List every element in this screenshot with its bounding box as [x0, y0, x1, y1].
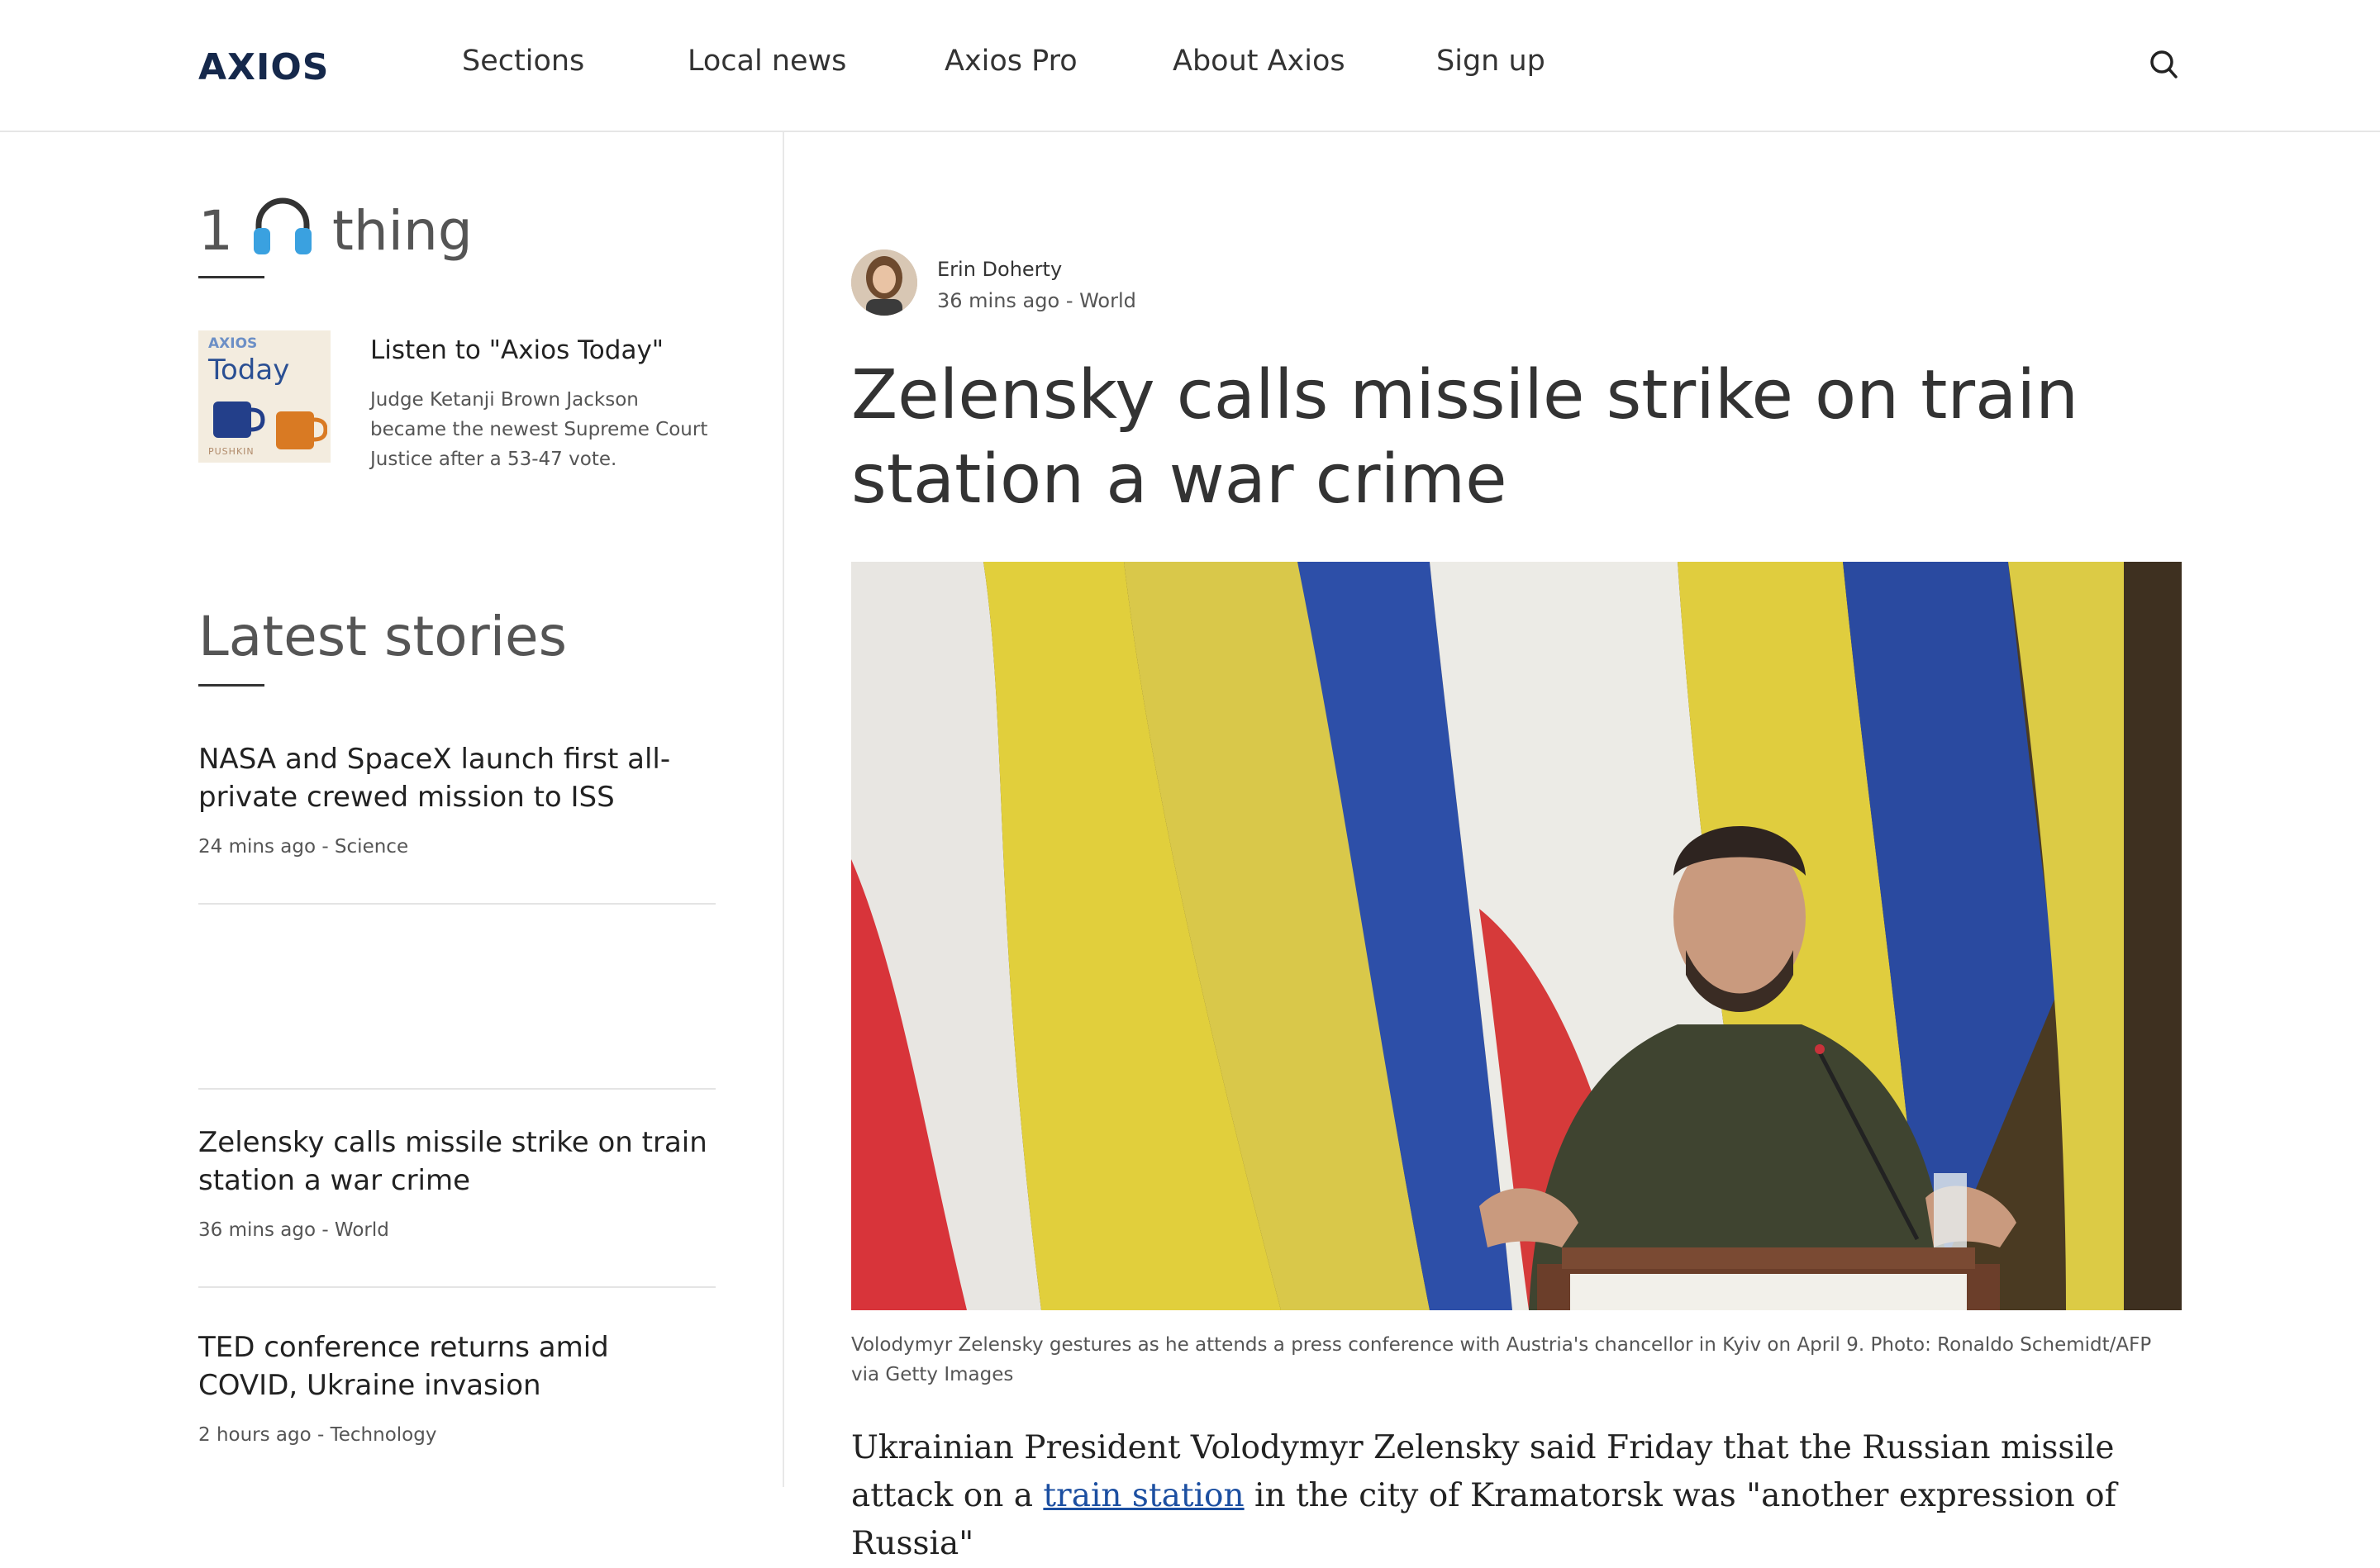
article-headline: Zelensky calls missile strike on train s… [851, 356, 2079, 519]
column-divider [783, 132, 784, 1487]
story-title-link[interactable]: Zelensky calls missile strike on train s… [198, 1124, 711, 1200]
story-divider [198, 903, 716, 905]
train-station-link[interactable]: train station [1043, 1477, 1244, 1514]
podcast-description: Judge Ketanji Brown Jackson became the n… [370, 389, 708, 470]
story-meta: 2 hours ago - Technology [198, 1424, 437, 1446]
story-divider [198, 1088, 716, 1090]
headphones-icon [253, 197, 312, 254]
heading-underline [198, 276, 264, 278]
search-icon[interactable] [2149, 48, 2178, 81]
heading-underline [198, 684, 264, 687]
author-photo [851, 249, 917, 316]
thumb-footer: PUSHKIN [208, 446, 255, 457]
thumb-brand: AXIOS [208, 335, 258, 352]
story-divider [198, 1286, 716, 1288]
site-header: AXIOS Sections Local news Axios Pro Abou… [0, 0, 2380, 132]
article-meta: 36 mins ago - World [937, 289, 1136, 312]
mugs-illustration [213, 402, 327, 449]
nav-sign-up[interactable]: Sign up [1436, 45, 1545, 78]
article-photo [851, 562, 2182, 1310]
author-name-link[interactable]: Erin Doherty [937, 258, 1062, 281]
article-body: Ukrainian President Volodymyr Zelensky s… [851, 1424, 2190, 1568]
nav-axios-pro[interactable]: Axios Pro [945, 45, 1078, 78]
zelensky-press-photo [851, 562, 2182, 1310]
podcast-thumbnail[interactable]: AXIOS Today PUSHKIN [198, 330, 331, 463]
podcast-title-link[interactable]: Listen to "Axios Today" [370, 335, 664, 365]
story-meta: 36 mins ago - World [198, 1219, 389, 1241]
photo-caption: Volodymyr Zelensky gestures as he attend… [851, 1334, 2152, 1385]
author-avatar[interactable] [851, 249, 917, 316]
story-title-link[interactable]: NASA and SpaceX launch first all-private… [198, 740, 711, 816]
latest-stories-heading: Latest stories [198, 605, 568, 668]
axios-logo[interactable]: AXIOS [198, 46, 329, 88]
nav-sections[interactable]: Sections [462, 45, 584, 78]
story-title-link[interactable]: TED conference returns amid COVID, Ukrai… [198, 1328, 711, 1404]
nav-about-axios[interactable]: About Axios [1173, 45, 1345, 78]
thumb-title: Today [208, 354, 290, 387]
one-thing-heading: 1 thing [198, 195, 473, 263]
one-thing-word: thing [331, 199, 473, 263]
nav-local-news[interactable]: Local news [688, 45, 846, 78]
one-thing-number: 1 [198, 199, 233, 263]
story-meta: 24 mins ago - Science [198, 836, 409, 858]
